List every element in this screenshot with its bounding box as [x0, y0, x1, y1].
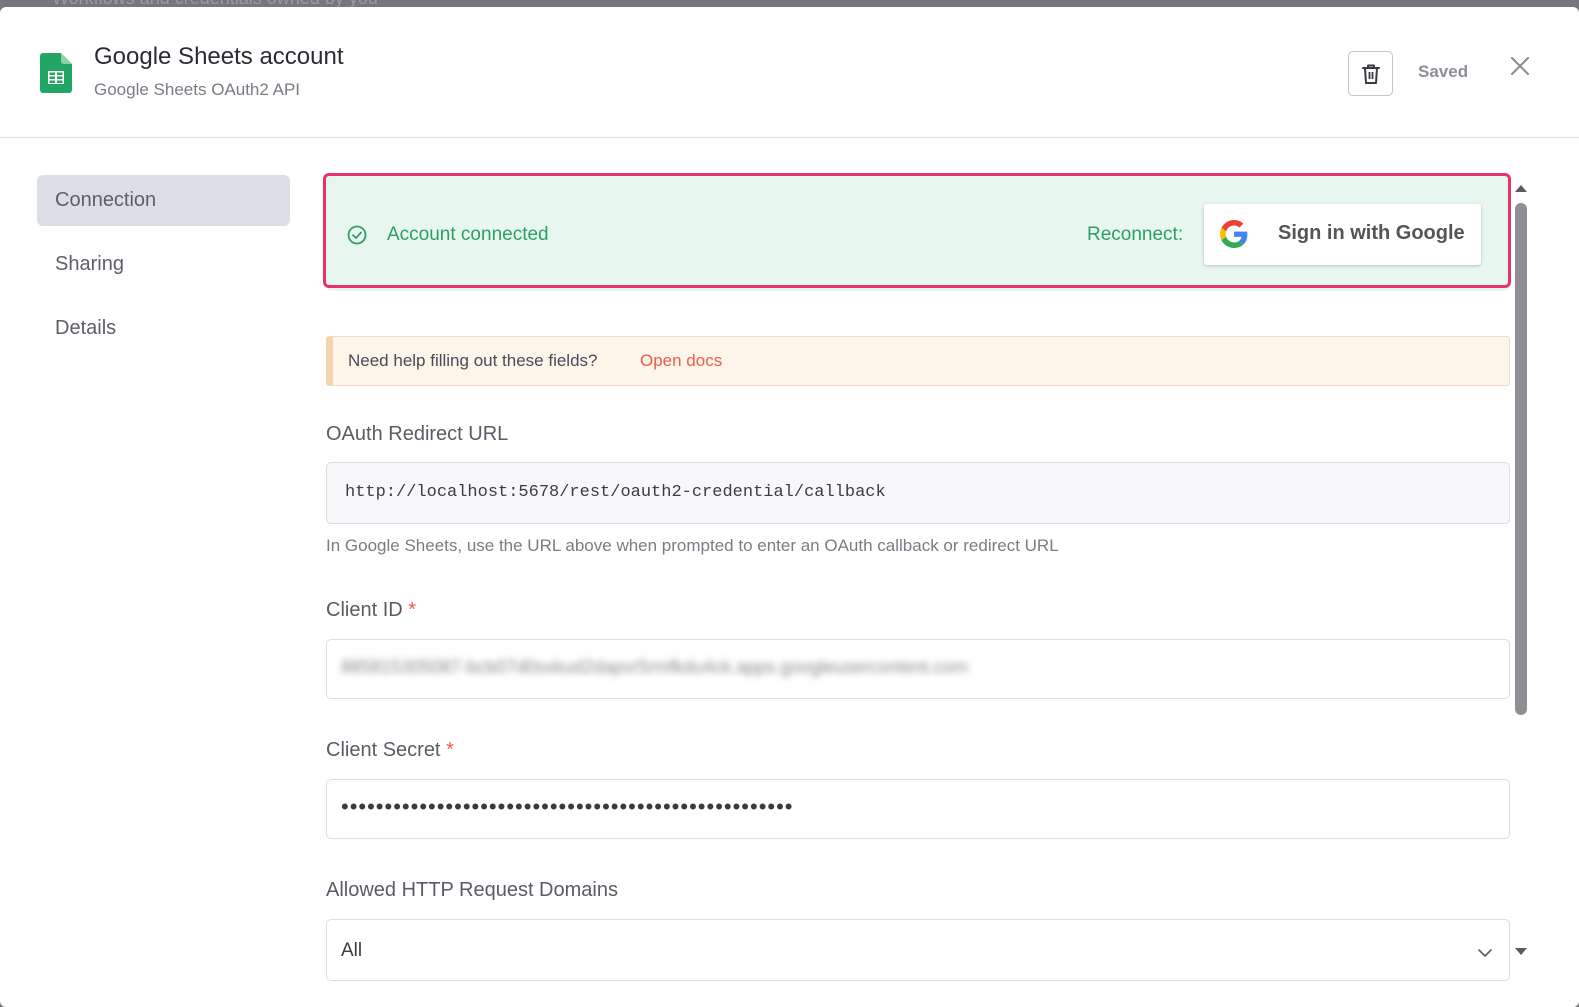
help-notice: Need help filling out these fields? Open…	[326, 336, 1510, 386]
redirect-url-hint: In Google Sheets, use the URL above when…	[326, 536, 1059, 555]
sign-in-with-google-label: Sign in with Google	[1278, 222, 1465, 244]
google-sheets-icon	[40, 53, 72, 93]
redirect-url-field[interactable]: http://localhost:5678/rest/oauth2-creden…	[326, 462, 1510, 524]
delete-button[interactable]	[1348, 51, 1393, 96]
help-text: Need help filling out these fields?	[348, 351, 598, 370]
chevron-down-icon	[1478, 949, 1492, 957]
sidebar-item-label: Connection	[55, 189, 157, 211]
google-logo-icon	[1220, 220, 1248, 248]
account-connected-label: Account connected	[387, 224, 549, 245]
scroll-up-arrow-icon[interactable]	[1513, 181, 1529, 195]
credential-modal: Google Sheets account Google Sheets OAut…	[0, 7, 1579, 1007]
close-icon[interactable]	[1509, 55, 1531, 77]
check-circle-icon	[347, 225, 367, 245]
client-secret-label: Client Secret *	[326, 739, 454, 762]
allowed-domains-label: Allowed HTTP Request Domains	[326, 879, 618, 901]
client-id-label-text: Client ID	[326, 599, 403, 621]
trash-icon	[1361, 64, 1380, 84]
redirect-url-label: OAuth Redirect URL	[326, 423, 509, 445]
client-id-value: 885815305087-bcb07d0sxkud2dapvr5rmfkdu4c…	[341, 657, 968, 677]
required-mark: *	[446, 739, 454, 761]
sidebar-item-sharing[interactable]: Sharing	[37, 239, 290, 290]
modal-header: Google Sheets account Google Sheets OAut…	[0, 7, 1579, 138]
sidebar-item-details[interactable]: Details	[37, 303, 290, 354]
reconnect-label: Reconnect:	[1087, 224, 1184, 245]
allowed-domains-select[interactable]: All	[326, 919, 1510, 981]
redirect-url-value: http://localhost:5678/rest/oauth2-creden…	[345, 483, 886, 502]
client-id-input[interactable]: 885815305087-bcb07d0sxkud2dapvr5rmfkdu4c…	[326, 639, 1510, 699]
client-id-label: Client ID *	[326, 599, 416, 622]
sign-in-with-google-button[interactable]: Sign in with Google	[1204, 204, 1481, 265]
sidebar-item-label: Details	[55, 317, 117, 339]
open-docs-link[interactable]: Open docs	[640, 351, 722, 371]
modal-title: Google Sheets account	[94, 43, 344, 70]
client-secret-input[interactable]: ••••••••••••••••••••••••••••••••••••••••…	[326, 779, 1510, 839]
sidebar-item-label: Sharing	[55, 253, 124, 275]
client-secret-value: ••••••••••••••••••••••••••••••••••••••••…	[341, 794, 794, 819]
sidebar-item-connection[interactable]: Connection	[37, 175, 290, 226]
allowed-domains-value: All	[341, 940, 363, 961]
modal-subtitle: Google Sheets OAuth2 API	[94, 80, 301, 99]
saved-status: Saved	[1418, 62, 1469, 81]
client-secret-label-text: Client Secret	[326, 739, 441, 761]
scrollbar-thumb[interactable]	[1515, 203, 1527, 715]
account-connected-banner: Account connected Reconnect: Sign in wit…	[326, 174, 1510, 291]
required-mark: *	[408, 599, 417, 621]
scroll-down-arrow-icon[interactable]	[1513, 945, 1529, 959]
